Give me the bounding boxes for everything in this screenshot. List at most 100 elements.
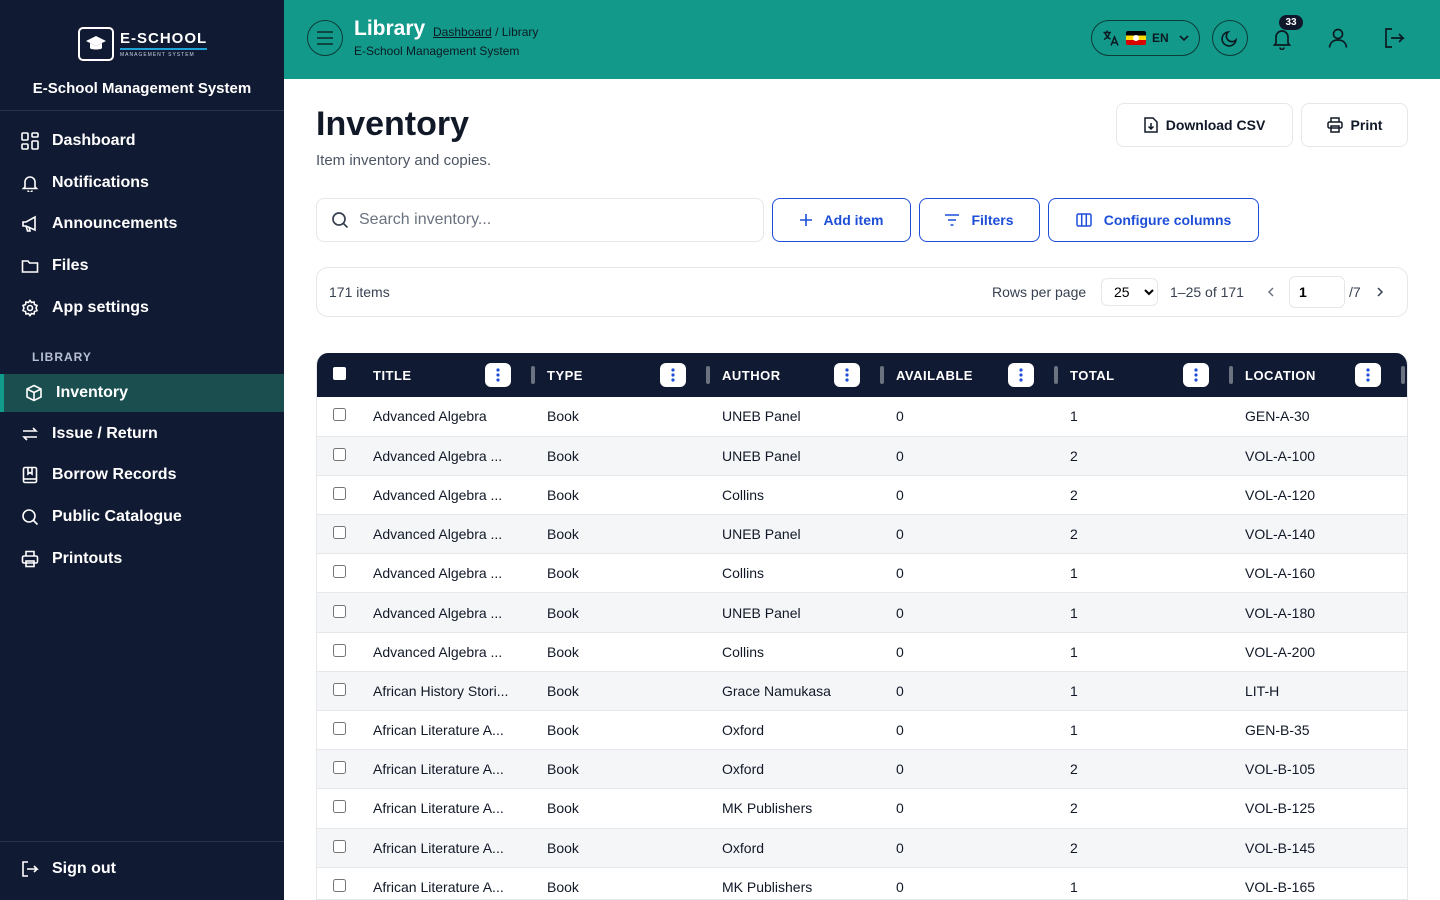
cell-title: Advanced Algebra ... [373,565,503,582]
sidebar-item-inventory[interactable]: Inventory [0,374,284,412]
logout-icon[interactable] [1382,26,1406,50]
row-checkbox[interactable] [333,408,346,422]
table-row[interactable]: Advanced Algebra ... Book Collins 0 1 VOL-A-2… [317,632,1407,672]
select-all-checkbox[interactable] [333,367,346,380]
column-menu-icon[interactable] [1355,363,1381,387]
cell-type: Book [547,486,579,503]
search-icon [20,507,40,527]
column-menu-icon[interactable] [485,363,511,387]
sidebar-item-label: Notifications [52,174,149,191]
cell-title: African History Stori... [373,682,509,699]
column-menu-icon[interactable] [1183,363,1209,387]
column-resize-handle[interactable] [1229,366,1233,384]
column-header-type[interactable]: TYPE [539,353,714,397]
header-subtitle: E-School Management System [354,44,520,58]
table-row[interactable]: Advanced Algebra ... Book Collins 0 1 VOL-A-1… [317,554,1407,593]
table-row[interactable]: African History Stori... Book Grace Namuka… [317,671,1407,711]
row-checkbox[interactable] [333,800,346,814]
school-logo[interactable]: E-SCHOOL MANAGEMENT SYSTEM [78,27,208,61]
cell-location: LIT-H [1245,682,1280,699]
sidebar-item-notifications[interactable]: Notifications [0,164,284,202]
filters-button[interactable]: Filters [919,198,1040,242]
cell-title: Advanced Algebra ... [373,486,503,503]
column-header-title[interactable]: TITLE [365,353,539,397]
download-csv-button[interactable]: Download CSV [1116,103,1293,147]
row-checkbox[interactable] [333,839,346,853]
cell-title: Advanced Algebra ... [373,526,503,543]
pagination-bar: 171 items Rows per page 25 1–25 of 171 /… [316,267,1408,317]
sidebar-item-app-settings[interactable]: App settings [0,289,284,327]
configure-columns-button[interactable]: Configure columns [1048,198,1259,242]
column-resize-handle[interactable] [531,366,535,384]
table-row[interactable]: African Literature A... Book MK Publishers… [317,789,1407,829]
row-checkbox[interactable] [333,447,346,461]
breadcrumb-current: / Library [495,25,539,39]
table-row[interactable]: African Literature A... Book Oxford 0 1 GEN-B… [317,711,1407,750]
column-resize-handle[interactable] [1401,366,1405,384]
table-row[interactable]: Advanced Algebra Book UNEB Panel 0 1 GEN-A-30 [317,397,1407,437]
table-row[interactable]: Advanced Algebra ... Book Collins 0 2 VOL-A-1… [317,475,1407,515]
sidebar-item-issue-return[interactable]: Issue / Return [0,415,284,453]
row-checkbox[interactable] [333,878,346,892]
row-checkbox[interactable] [333,682,346,696]
sidebar-item-public-catalogue[interactable]: Public Catalogue [0,498,284,536]
search-input[interactable] [359,211,739,229]
rows-per-page-label: Rows per page [992,284,1087,300]
mortarboard-icon [78,27,114,61]
column-menu-icon[interactable] [1008,363,1034,387]
sidebar-item-label: Files [52,257,89,274]
rows-per-page-select[interactable]: 25 [1101,278,1158,306]
add-item-button[interactable]: Add item [772,198,911,242]
page-number-input[interactable] [1289,276,1345,308]
row-select-cell [317,711,365,750]
table-row[interactable]: African Literature A... Book Oxford 0 2 VOL-B… [317,749,1407,789]
cell-author: UNEB Panel [722,604,801,621]
chevron-right-icon[interactable] [1372,283,1388,301]
theme-toggle-button[interactable] [1212,20,1248,56]
sidebar-item-borrow-records[interactable]: Borrow Records [0,456,284,494]
cell-type: Book [547,878,579,895]
row-checkbox[interactable] [333,486,346,500]
user-profile-icon[interactable] [1326,26,1350,50]
total-pages: /7 [1349,284,1361,300]
print-button[interactable]: Print [1301,103,1408,147]
hamburger-icon [317,31,333,45]
table-row[interactable]: Advanced Algebra ... Book UNEB Panel 0 2 VOL-… [317,514,1407,554]
row-checkbox[interactable] [333,565,346,579]
table-row[interactable]: African Literature A... Book MK Publishers… [317,867,1407,899]
column-menu-icon[interactable] [834,363,860,387]
column-menu-icon[interactable] [660,363,686,387]
column-header-total[interactable]: TOTAL [1062,353,1237,397]
column-resize-handle[interactable] [880,366,884,384]
column-resize-handle[interactable] [1054,366,1058,384]
sidebar-item-printouts[interactable]: Printouts [0,540,284,578]
cell-title: African Literature A... [373,839,504,856]
row-checkbox[interactable] [333,722,346,736]
column-header-available[interactable]: AVAILABLE [888,353,1062,397]
cell-author: Collins [722,486,765,503]
cell-type: Book [547,526,579,543]
sidebar-item-dashboard[interactable]: Dashboard [0,122,284,160]
table-row[interactable]: African Literature A... Book Oxford 0 2 VOL-B… [317,828,1407,868]
language-selector[interactable]: EN [1091,20,1200,56]
cell-total: 1 [1070,682,1078,699]
row-checkbox[interactable] [333,761,346,775]
column-label: AVAILABLE [896,367,973,383]
grid-icon [20,131,40,151]
menu-toggle-button[interactable] [307,20,343,56]
cell-available: 0 [896,722,904,739]
column-header-location[interactable]: LOCATION [1237,353,1407,397]
sidebar-item-files[interactable]: Files [0,247,284,285]
row-checkbox[interactable] [333,526,346,540]
column-resize-handle[interactable] [706,366,710,384]
row-checkbox[interactable] [333,643,346,657]
sign-out-button[interactable]: Sign out [0,850,284,888]
sidebar-item-announcements[interactable]: Announcements [0,205,284,243]
row-checkbox[interactable] [333,604,346,618]
breadcrumb-dashboard-link[interactable]: Dashboard [433,25,492,39]
table-row[interactable]: Advanced Algebra ... Book UNEB Panel 0 1 VOL-… [317,592,1407,633]
row-select-cell [317,789,365,828]
column-header-author[interactable]: AUTHOR [714,353,888,397]
table-row[interactable]: Advanced Algebra ... Book UNEB Panel 0 2 VOL-… [317,436,1407,476]
chevron-left-icon[interactable] [1263,283,1279,301]
